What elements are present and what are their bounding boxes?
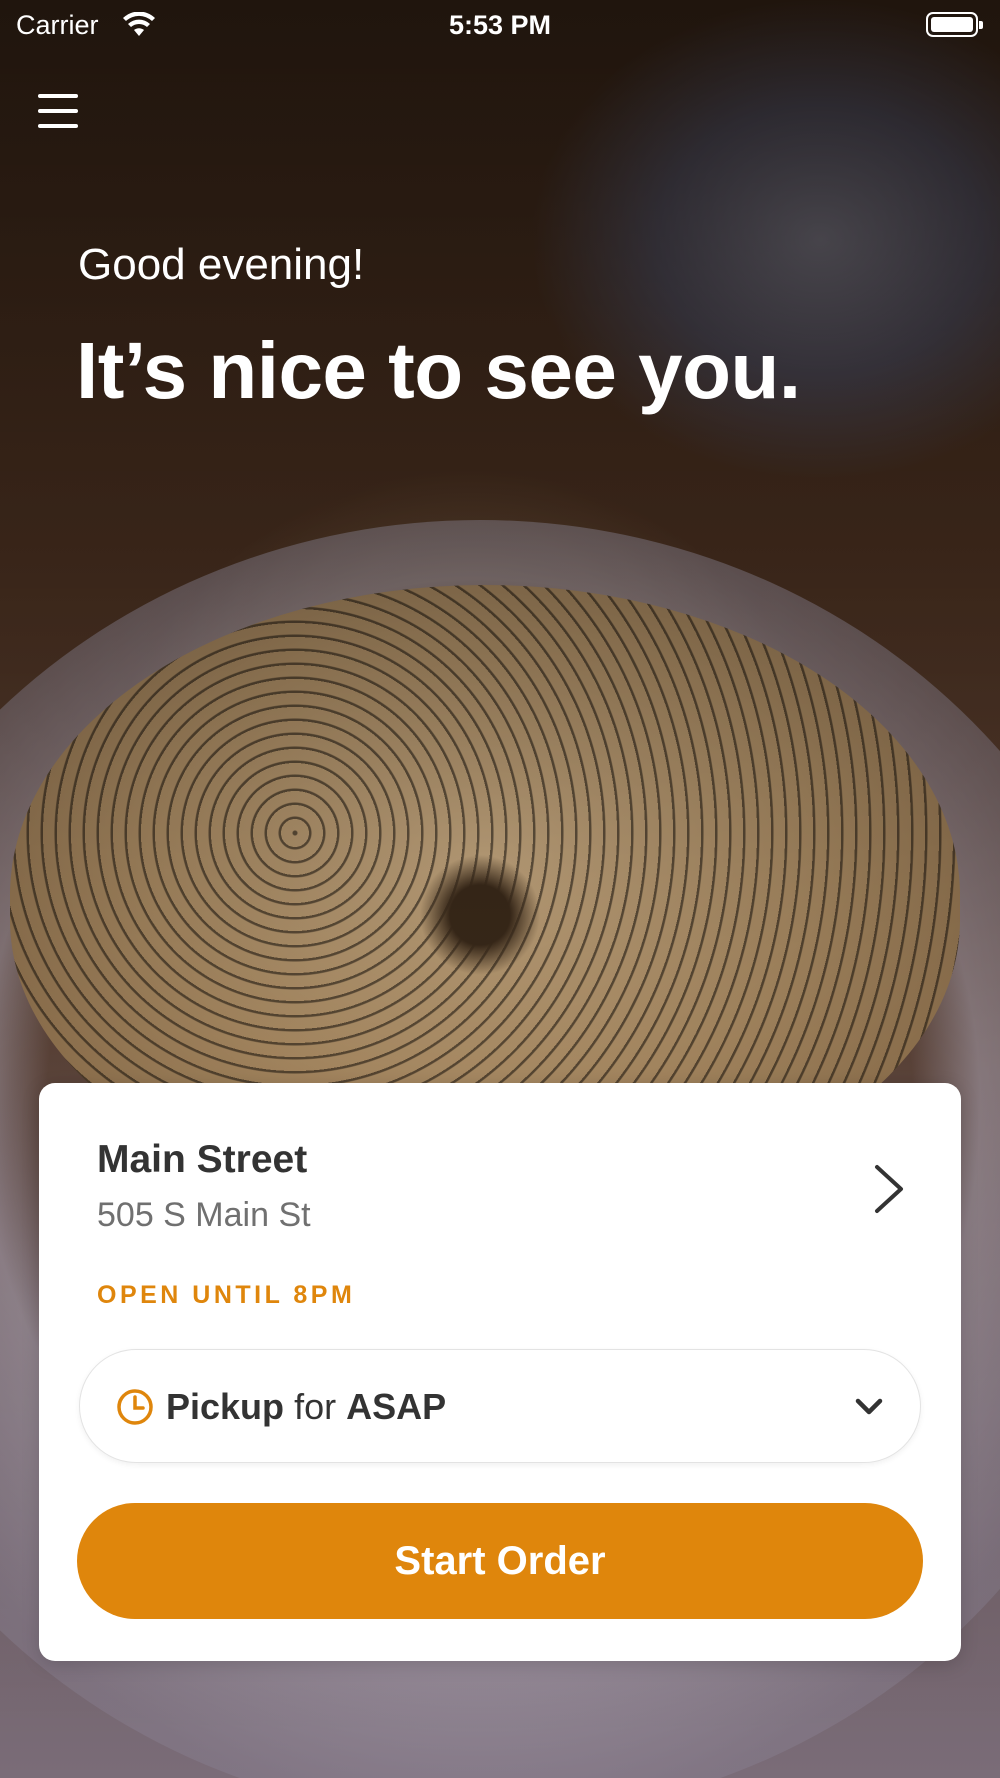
home-screen: Carrier 5:53 PM Good evening! It’s nice … [0, 0, 1000, 1778]
clock-time: 5:53 PM [448, 10, 552, 40]
location-card: Main Street 505 S Main St OPEN UNTIL 8PM… [39, 1083, 961, 1661]
start-order-button[interactable]: Start Order [77, 1503, 923, 1619]
order-method: Pickup [166, 1386, 285, 1427]
welcome-headline: It’s nice to see you. [76, 326, 801, 415]
store-hours: OPEN UNTIL 8PM [97, 1281, 356, 1309]
status-bar: Carrier 5:53 PM [0, 0, 1000, 52]
greeting-text: Good evening! [78, 240, 365, 289]
chevron-right-icon[interactable] [869, 1161, 909, 1217]
order-mode-label: Pickup for ASAP [166, 1386, 446, 1428]
order-time: ASAP [346, 1386, 447, 1427]
hamburger-menu-icon[interactable] [38, 94, 78, 130]
order-mode-selector[interactable]: Pickup for ASAP [79, 1349, 921, 1463]
store-name[interactable]: Main Street [97, 1138, 307, 1182]
order-connector: for [294, 1386, 337, 1427]
chevron-down-icon[interactable] [854, 1392, 884, 1422]
store-address[interactable]: 505 S Main St [97, 1196, 311, 1235]
battery-icon [926, 12, 983, 37]
clock-icon [117, 1389, 153, 1425]
